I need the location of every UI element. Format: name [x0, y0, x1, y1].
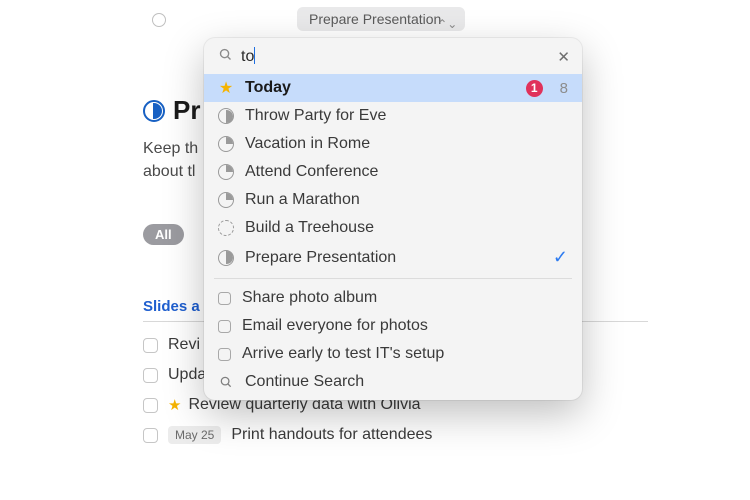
result-label: Continue Search — [245, 373, 568, 391]
result-item[interactable]: Build a Treehouse — [204, 214, 582, 242]
project-icon — [218, 108, 234, 124]
result-item[interactable]: Vacation in Rome — [204, 130, 582, 158]
chevron-updown-icon: ⌃⌄ — [437, 12, 457, 36]
task-checkbox[interactable] — [143, 428, 158, 443]
result-item[interactable]: Share photo album — [204, 284, 582, 312]
project-icon — [218, 192, 234, 208]
star-icon: ★ — [168, 396, 181, 414]
project-icon — [218, 220, 234, 236]
result-label: Today — [245, 79, 515, 97]
text-caret — [254, 47, 255, 64]
badge-count: 1 — [526, 80, 543, 97]
project-dropdown-label: Prepare Presentation — [309, 11, 441, 27]
task-date-pill: May 25 — [168, 426, 221, 444]
results-list: ★ Today 1 8 Throw Party for Eve Vacation… — [204, 74, 582, 400]
todo-icon — [218, 320, 231, 333]
project-icon — [218, 250, 234, 266]
result-label: Throw Party for Eve — [245, 107, 568, 125]
task-row[interactable]: May 25 Print handouts for attendees — [143, 420, 683, 450]
search-input[interactable]: to — [241, 47, 557, 66]
result-label: Prepare Presentation — [245, 249, 542, 267]
clear-icon[interactable]: ✕ — [557, 48, 570, 66]
result-label: Share photo album — [242, 289, 568, 307]
result-label: Email everyone for photos — [242, 317, 568, 335]
search-icon — [218, 47, 233, 66]
filter-all-pill[interactable]: All — [143, 224, 184, 245]
task-checkbox[interactable] — [143, 338, 158, 353]
search-icon — [218, 374, 234, 390]
result-item[interactable]: Arrive early to test IT's setup — [204, 340, 582, 368]
task-checkbox[interactable] — [143, 398, 158, 413]
result-item[interactable]: Throw Party for Eve — [204, 102, 582, 130]
project-dropdown[interactable]: Prepare Presentation ⌃⌄ — [297, 7, 465, 31]
result-label: Run a Marathon — [245, 191, 568, 209]
star-icon: ★ — [218, 80, 234, 96]
result-item[interactable]: ★ Today 1 8 — [204, 74, 582, 102]
project-icon — [218, 136, 234, 152]
result-item[interactable]: Prepare Presentation ✓ — [204, 242, 582, 273]
result-item[interactable]: Email everyone for photos — [204, 312, 582, 340]
result-item[interactable]: Run a Marathon — [204, 186, 582, 214]
result-item[interactable]: Attend Conference — [204, 158, 582, 186]
task-checkbox[interactable] — [152, 13, 166, 27]
task-label: Revi — [168, 336, 200, 354]
task-checkbox[interactable] — [143, 368, 158, 383]
result-label: Vacation in Rome — [245, 135, 568, 153]
project-progress-icon — [143, 100, 165, 122]
project-icon — [218, 164, 234, 180]
search-row: to ✕ — [204, 38, 582, 74]
divider — [214, 278, 572, 279]
task-label: Print handouts for attendees — [231, 426, 432, 444]
result-item[interactable]: Continue Search — [204, 368, 582, 396]
quick-open-popover: to ✕ ★ Today 1 8 Throw Party for Eve Vac… — [204, 38, 582, 400]
todo-icon — [218, 348, 231, 361]
result-label: Arrive early to test IT's setup — [242, 345, 568, 363]
result-label: Attend Conference — [245, 163, 568, 181]
result-label: Build a Treehouse — [245, 219, 568, 237]
project-title: Pr — [173, 95, 200, 126]
app-window: Prepare Presentation ⌃⌄ Pr Keep th ngs a… — [0, 0, 750, 500]
checkmark-icon: ✓ — [553, 247, 568, 268]
project-title-row: Pr — [143, 95, 200, 126]
result-count: 8 — [560, 80, 568, 97]
todo-icon — [218, 292, 231, 305]
